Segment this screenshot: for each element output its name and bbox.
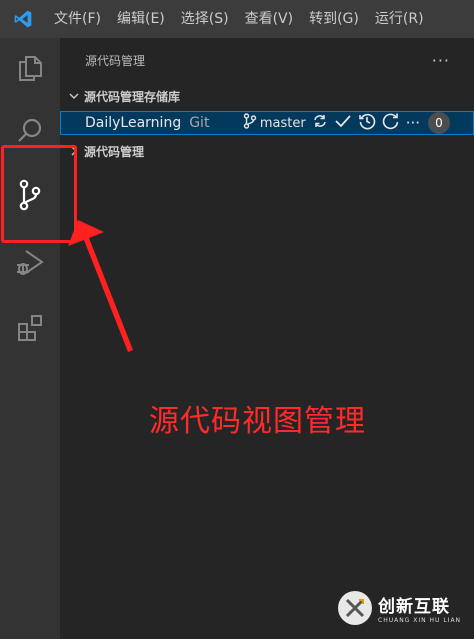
annotation-arrow <box>68 220 133 352</box>
watermark-title: 创新互联 <box>378 597 450 617</box>
watermark-logo-icon <box>338 591 372 625</box>
watermark: 创新互联 CHUANG XIN HU LIAN <box>338 591 461 625</box>
annotation-text: 源代码视图管理 <box>149 404 366 439</box>
watermark-subtitle: CHUANG XIN HU LIAN <box>378 617 462 624</box>
